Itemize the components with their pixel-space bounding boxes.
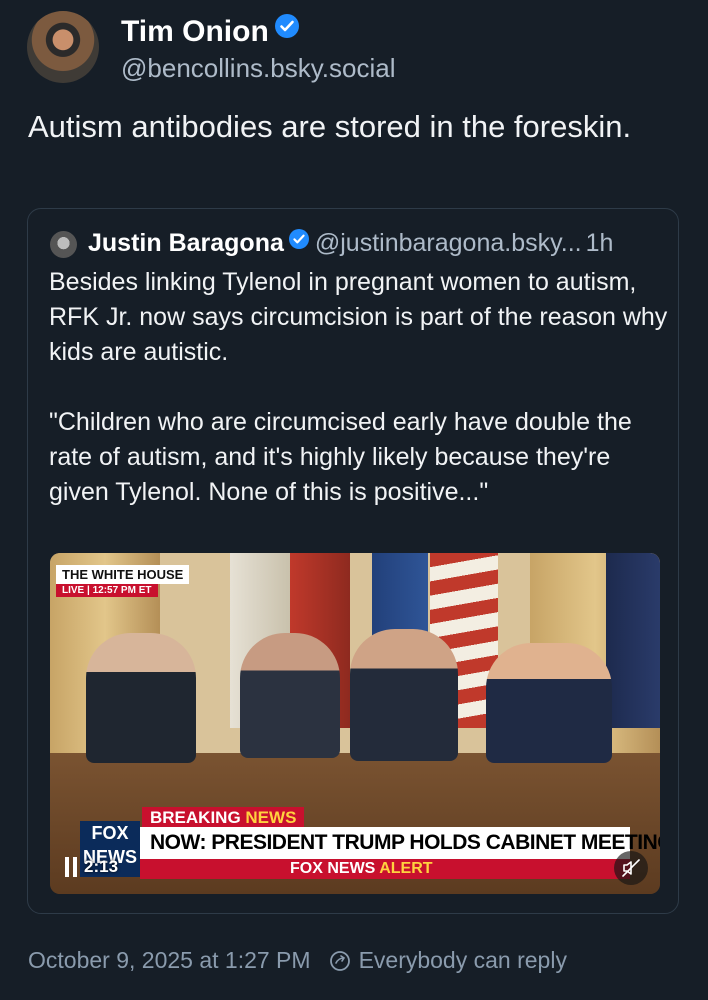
alert-brand: FOX NEWS [290,860,376,877]
post-text: Autism antibodies are stored in the fore… [28,109,632,144]
breaking-news-label: BREAKING NEWS [142,807,305,829]
fox-news-alert-bar: FOX NEWS ALERT [140,859,630,879]
embedded-video[interactable]: THE WHITE HOUSE LIVE | 12:57 PM ET BREAK… [50,553,660,894]
white-house-label: THE WHITE HOUSE [56,565,190,584]
video-flag [606,553,660,728]
author-display-name[interactable]: Tim Onion [121,15,269,48]
quoted-author-handle[interactable]: @justinbaragona.bsky... [315,229,582,257]
video-elapsed-time: 2:13 [84,857,119,876]
video-person [86,633,196,763]
video-person [350,629,458,761]
quoted-post[interactable]: Justin Baragona @justinbaragona.bsky... 1h… [27,208,679,914]
alert-word: ALERT [379,860,433,877]
verified-badge-icon [288,229,309,249]
reply-setting-label[interactable]: Everybody can reply [359,947,567,973]
white-house-live-bug: THE WHITE HOUSE LIVE | 12:57 PM ET [56,565,190,597]
reply-settings-icon [329,951,350,971]
quoted-author-name[interactable]: Justin Baragona [88,229,284,257]
live-label: LIVE | 12:57 PM ET [56,584,158,597]
breaking-word: BREAKING [150,808,241,827]
post-timestamp[interactable]: October 9, 2025 at 1:27 PM [28,947,311,973]
news-word: NEWS [245,808,297,827]
video-person [240,633,340,758]
post-author-avatar[interactable] [27,11,99,83]
quoted-post-time: 1h [585,229,614,257]
quoted-author-avatar[interactable] [50,231,77,258]
video-person [486,643,612,763]
quoted-post-header: Justin Baragona @justinbaragona.bsky... 1h [88,229,668,258]
quoted-post-text: Besides linking Tylenol in pregnant wome… [49,268,668,506]
author-handle[interactable]: @bencollins.bsky.social [121,53,395,84]
verified-badge-icon [274,14,299,38]
mute-icon [622,859,640,877]
video-headline: NOW: PRESIDENT TRUMP HOLDS CABINET MEETI… [140,827,660,859]
mute-button[interactable] [614,851,648,885]
post-footer: October 9, 2025 at 1:27 PM Everybody can … [28,947,567,974]
post-author-name[interactable]: Tim Onion [121,14,299,49]
pause-icon[interactable] [64,856,80,878]
